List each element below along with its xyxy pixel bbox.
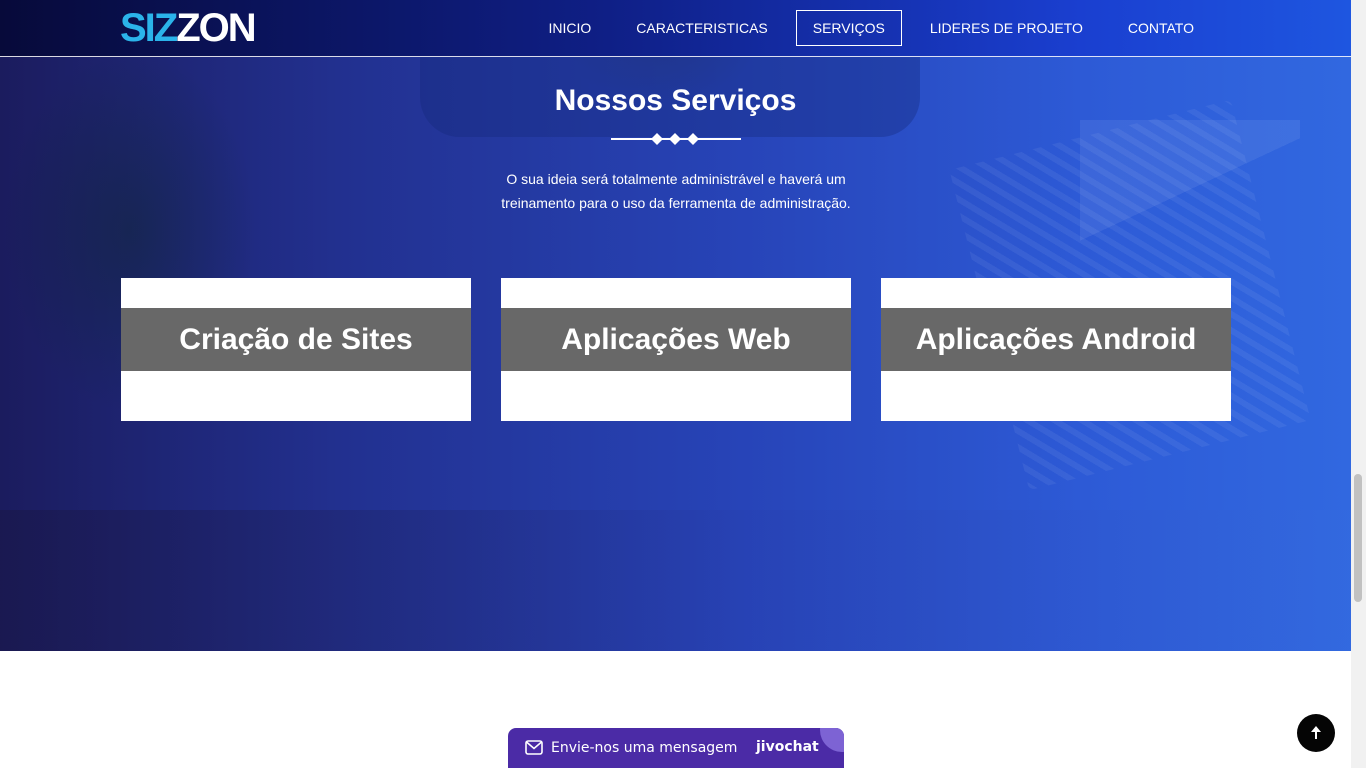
service-card-web[interactable]: Aplicações Web xyxy=(501,278,851,421)
logo[interactable]: SIZZON xyxy=(120,6,257,50)
service-card-sites[interactable]: Criação de Sites xyxy=(121,278,471,421)
service-card-label: Criação de Sites xyxy=(121,308,471,371)
diamond-icon xyxy=(651,133,663,145)
logo-part-2: ZON xyxy=(176,6,256,50)
background-desk xyxy=(0,510,1351,651)
section-title: Nossos Serviços xyxy=(554,84,797,117)
diamond-icon xyxy=(687,133,699,145)
chat-brand: jivochat xyxy=(756,739,819,755)
nav-caracteristicas[interactable]: CARACTERISTICAS xyxy=(619,10,784,46)
chat-message: Envie-nos uma mensagem xyxy=(551,740,738,756)
title-divider xyxy=(611,133,741,145)
scrollbar-thumb[interactable] xyxy=(1354,474,1362,602)
chat-widget[interactable]: Envie-nos uma mensagem jivochat xyxy=(508,728,844,768)
diamond-icon xyxy=(669,133,681,145)
logo-part-1: SIZ xyxy=(120,6,178,50)
arrow-up-icon xyxy=(1311,726,1321,739)
service-card-android[interactable]: Aplicações Android xyxy=(881,278,1231,421)
service-card-label: Aplicações Android xyxy=(881,308,1231,371)
services-section: Nossos Serviços O sua ideia será totalme… xyxy=(0,0,1351,651)
nav-servicos[interactable]: SERVIÇOS xyxy=(795,10,902,46)
nav-inicio[interactable]: INICIO xyxy=(532,10,609,46)
back-to-top-button[interactable] xyxy=(1297,714,1335,752)
service-card-label: Aplicações Web xyxy=(501,308,851,371)
main-nav: INICIO CARACTERISTICAS SERVIÇOS LIDERES … xyxy=(521,10,1212,46)
site-header: SIZZON INICIO CARACTERISTICAS SERVIÇOS L… xyxy=(0,0,1351,57)
section-subtitle: O sua ideia será totalmente administráve… xyxy=(501,171,851,211)
chat-corner-decoration xyxy=(820,728,844,752)
nav-lideres-de-projeto[interactable]: LIDERES DE PROJETO xyxy=(913,10,1100,46)
nav-contato[interactable]: CONTATO xyxy=(1111,10,1211,46)
mail-icon xyxy=(525,740,543,755)
scrollbar-track[interactable] xyxy=(1351,0,1366,768)
